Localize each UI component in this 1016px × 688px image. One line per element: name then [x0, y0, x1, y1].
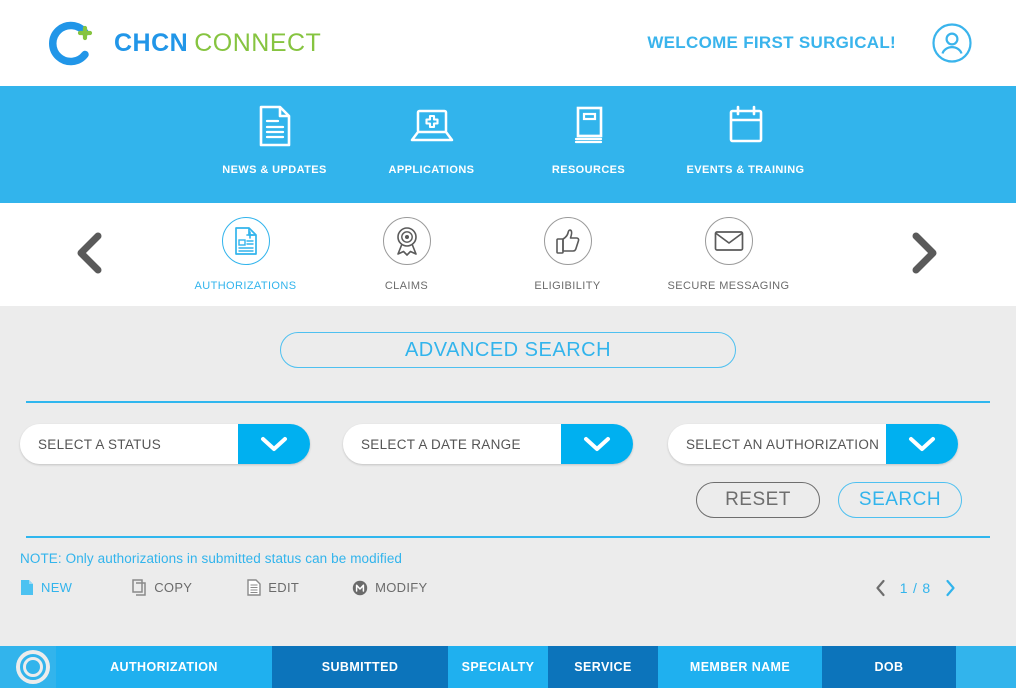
- thumbs-up-icon: [543, 217, 592, 265]
- radio-select-all-icon[interactable]: [16, 650, 50, 684]
- nav-item-applications[interactable]: APPLICATIONS: [353, 86, 510, 176]
- chevron-right-icon: [908, 231, 940, 280]
- search-button[interactable]: SEARCH: [838, 482, 962, 518]
- column-header-submitted[interactable]: SUBMITTED: [272, 646, 448, 688]
- modify-button-label: MODIFY: [375, 580, 428, 595]
- note-text: NOTE: Only authorizations in submitted s…: [20, 551, 403, 566]
- chevron-down-icon: [238, 424, 310, 464]
- secondary-nav-item-claims[interactable]: CLAIMS: [326, 217, 487, 292]
- brand-primary-text: CHCN: [114, 28, 189, 57]
- envelope-icon: [704, 217, 753, 265]
- column-header-member-name[interactable]: MEMBER NAME: [658, 646, 822, 688]
- secondary-navigation: AUTHORIZATIONS CLAIMS ELIGIBILITY SECURE…: [0, 203, 1016, 306]
- date-range-dropdown-value: SELECT A DATE RANGE: [343, 424, 561, 464]
- new-button[interactable]: NEW: [20, 579, 72, 596]
- copy-button[interactable]: COPY: [132, 579, 192, 596]
- column-header-tail: [956, 646, 1016, 688]
- nav-label: EVENTS & TRAINING: [686, 164, 805, 176]
- secondary-nav-label: SECURE MESSAGING: [667, 280, 790, 292]
- new-document-icon: [20, 579, 34, 596]
- brand-text: CHCN CONNECT: [114, 29, 321, 58]
- welcome-message[interactable]: WELCOME FIRST SURGICAL!: [647, 33, 896, 53]
- secondary-nav-next-button[interactable]: [894, 225, 954, 285]
- edit-button[interactable]: EDIT: [247, 579, 299, 596]
- authorization-dropdown-value: SELECT AN AUTHORIZATION: [668, 424, 886, 464]
- search-actions-row: RESET SEARCH: [0, 482, 1016, 518]
- column-header-service[interactable]: SERVICE: [548, 646, 658, 688]
- edit-document-icon: [247, 579, 261, 596]
- nav-item-news-updates[interactable]: NEWS & UPDATES: [196, 86, 353, 176]
- pagination-label: 1 / 8: [899, 579, 931, 596]
- nav-item-resources[interactable]: RESOURCES: [510, 86, 667, 176]
- secondary-nav-item-eligibility[interactable]: ELIGIBILITY: [487, 217, 648, 292]
- results-table-header: AUTHORIZATION SUBMITTED SPECIALTY SERVIC…: [0, 646, 1016, 688]
- book-icon: [571, 102, 607, 150]
- secondary-nav-label: ELIGIBILITY: [534, 280, 601, 292]
- pagination-prev-button[interactable]: [869, 579, 892, 597]
- secondary-nav-item-authorizations[interactable]: AUTHORIZATIONS: [165, 217, 326, 292]
- status-dropdown[interactable]: SELECT A STATUS: [20, 424, 310, 464]
- date-range-dropdown[interactable]: SELECT A DATE RANGE: [343, 424, 633, 464]
- copy-button-label: COPY: [154, 580, 193, 595]
- column-header-authorization[interactable]: AUTHORIZATION: [56, 646, 272, 688]
- chevron-left-icon: [74, 231, 106, 280]
- advanced-search-button[interactable]: ADVANCED SEARCH: [280, 332, 736, 368]
- edit-button-label: EDIT: [268, 580, 300, 595]
- authorization-dropdown[interactable]: SELECT AN AUTHORIZATION: [668, 424, 958, 464]
- secondary-nav-prev-button[interactable]: [60, 225, 120, 285]
- nav-label: RESOURCES: [551, 164, 626, 176]
- calendar-icon: [727, 102, 765, 150]
- primary-navigation: NEWS & UPDATES APPLICATIONS RESOURCES EV…: [0, 86, 1016, 203]
- nav-item-events-training[interactable]: EVENTS & TRAINING: [667, 86, 824, 176]
- copy-icon: [132, 579, 147, 596]
- laptop-medical-cross-icon: [409, 102, 455, 150]
- secondary-nav-items: AUTHORIZATIONS CLAIMS ELIGIBILITY SECURE…: [165, 203, 809, 292]
- brand-secondary-text: CONNECT: [194, 28, 322, 57]
- nav-label: NEWS & UPDATES: [222, 164, 327, 176]
- record-toolbar: NEW COPY EDIT MODIFY 1 / 8: [0, 566, 1016, 596]
- secondary-nav-label: AUTHORIZATIONS: [194, 280, 297, 292]
- modify-circle-m-icon: [352, 580, 368, 596]
- modify-button[interactable]: MODIFY: [352, 580, 427, 596]
- reset-button[interactable]: RESET: [696, 482, 820, 518]
- document-medical-icon: [221, 217, 270, 265]
- column-header-specialty[interactable]: SPECIALTY: [448, 646, 548, 688]
- advanced-search-row: ADVANCED SEARCH: [0, 306, 1016, 368]
- header-right-group: WELCOME FIRST SURGICAL!: [647, 23, 972, 63]
- app-header: CHCN CONNECT WELCOME FIRST SURGICAL!: [0, 0, 1016, 86]
- status-dropdown-value: SELECT A STATUS: [20, 424, 238, 464]
- pagination: 1 / 8: [869, 579, 962, 597]
- nav-label: APPLICATIONS: [388, 164, 475, 176]
- search-content-area: ADVANCED SEARCH SELECT A STATUS SELECT A…: [0, 306, 1016, 688]
- new-button-label: NEW: [41, 580, 73, 595]
- secondary-nav-label: CLAIMS: [384, 280, 429, 292]
- pagination-next-button[interactable]: [939, 579, 962, 597]
- column-header-dob[interactable]: DOB: [822, 646, 956, 688]
- chevron-down-icon: [886, 424, 958, 464]
- filter-row: SELECT A STATUS SELECT A DATE RANGE SELE…: [0, 403, 1016, 464]
- chevron-down-icon: [561, 424, 633, 464]
- award-ribbon-icon: [382, 217, 431, 265]
- chcn-c-plus-logo-icon: [44, 17, 96, 69]
- document-lines-icon: [258, 102, 292, 150]
- select-all-cell[interactable]: [0, 646, 56, 688]
- brand-logo[interactable]: CHCN CONNECT: [44, 17, 321, 69]
- user-account-icon[interactable]: [932, 23, 972, 63]
- secondary-nav-item-secure-messaging[interactable]: SECURE MESSAGING: [648, 217, 809, 292]
